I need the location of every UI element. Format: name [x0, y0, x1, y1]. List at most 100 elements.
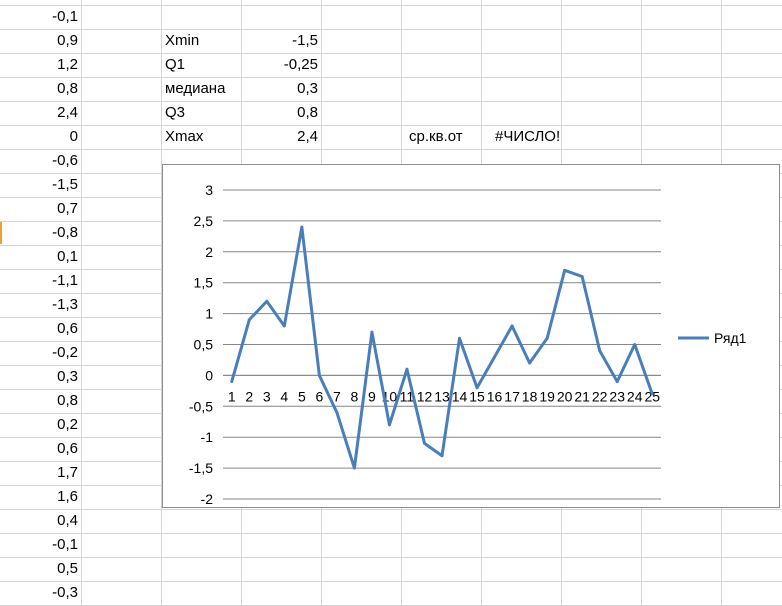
- row-gridline: [0, 533, 782, 534]
- y-tick-label: -1,5: [189, 460, 213, 476]
- row-gridline: [0, 77, 782, 78]
- cell-a-value[interactable]: 2,4: [0, 101, 78, 125]
- x-tick-label: 22: [592, 388, 608, 404]
- x-tick-label: 7: [333, 388, 341, 404]
- data-point: [510, 324, 514, 328]
- data-point: [580, 275, 584, 278]
- x-tick-label: 2: [245, 388, 253, 404]
- row-gridline: [0, 5, 782, 6]
- stat-value-cell[interactable]: -0,25: [241, 53, 318, 77]
- stdev-value-cell[interactable]: #ЧИСЛО!: [495, 125, 585, 149]
- cell-a-value[interactable]: 1,6: [0, 485, 78, 509]
- cell-a-value[interactable]: 1,7: [0, 461, 78, 485]
- stat-label-cell[interactable]: Xmin: [165, 29, 245, 53]
- cell-a-value[interactable]: -1,1: [0, 269, 78, 293]
- column-gridline: [81, 0, 82, 606]
- data-point: [388, 423, 391, 427]
- data-point: [615, 380, 619, 383]
- cell-a-value[interactable]: 0,3: [0, 365, 78, 389]
- x-tick-label: 21: [574, 388, 590, 404]
- data-point: [265, 299, 269, 303]
- y-tick-label: 1: [205, 306, 213, 322]
- cell-a-value[interactable]: -0,1: [0, 533, 78, 557]
- stat-label-cell[interactable]: медиана: [165, 77, 245, 101]
- stat-value-cell[interactable]: 0,3: [241, 77, 318, 101]
- row-gridline: [0, 101, 782, 102]
- x-tick-label: 18: [522, 388, 538, 404]
- series-line: [230, 225, 654, 470]
- row-gridline: [0, 29, 782, 30]
- y-tick-label: 0,5: [194, 337, 214, 353]
- cell-a-value[interactable]: 0,9: [0, 29, 78, 53]
- stat-value-cell[interactable]: -1,5: [241, 29, 318, 53]
- data-point: [317, 374, 321, 377]
- y-tick-label: 2: [205, 244, 213, 260]
- row-gridline: [0, 53, 782, 54]
- data-point: [528, 361, 531, 365]
- cell-a-value[interactable]: 0,6: [0, 317, 78, 341]
- y-tick-label: 3: [205, 182, 213, 198]
- x-tick-label: 17: [504, 388, 520, 404]
- data-point: [405, 367, 409, 371]
- cell-a-value[interactable]: -0,8: [0, 221, 78, 245]
- row-gridline: [0, 125, 782, 126]
- cell-a-value[interactable]: -0,6: [0, 149, 78, 173]
- x-tick-label: 15: [469, 388, 485, 404]
- stat-value-cell[interactable]: 2,4: [241, 125, 318, 149]
- data-point: [475, 386, 479, 390]
- y-tick-label: -0,5: [189, 398, 213, 414]
- cell-a-value[interactable]: -1,5: [0, 173, 78, 197]
- cell-a-value[interactable]: -0,1: [0, 5, 78, 29]
- data-point: [335, 411, 339, 414]
- cell-a-value[interactable]: -1,3: [0, 293, 78, 317]
- cell-a-value[interactable]: -0,3: [0, 581, 78, 605]
- data-point: [353, 466, 356, 470]
- x-tick-label: 5: [298, 388, 306, 404]
- cell-a-value[interactable]: 0,7: [0, 197, 78, 221]
- data-point: [282, 324, 286, 328]
- data-point: [650, 392, 654, 396]
- x-tick-label: 4: [280, 388, 288, 404]
- x-tick-label: 1: [228, 388, 236, 404]
- cell-a-value[interactable]: 0,2: [0, 413, 78, 437]
- data-point: [633, 343, 637, 346]
- y-tick-label: 1,5: [194, 275, 214, 291]
- cell-a-value[interactable]: 0,5: [0, 557, 78, 581]
- x-tick-label: 23: [609, 388, 625, 404]
- data-point: [230, 380, 234, 383]
- cell-a-value[interactable]: -0,2: [0, 341, 78, 365]
- stat-label-cell[interactable]: Xmax: [165, 125, 245, 149]
- x-tick-label: 3: [263, 388, 271, 404]
- data-point: [493, 355, 496, 359]
- row-gridline: [0, 509, 782, 510]
- cell-a-value[interactable]: 0,4: [0, 509, 78, 533]
- row-gridline: [0, 149, 782, 150]
- stdev-label-cell[interactable]: ср.кв.от: [409, 125, 489, 149]
- data-point: [563, 268, 567, 272]
- stat-label-cell[interactable]: Q1: [165, 53, 245, 77]
- x-tick-label: 19: [539, 388, 555, 404]
- stat-label-cell[interactable]: Q3: [165, 101, 245, 125]
- legend-label: Ряд1: [714, 330, 747, 346]
- cell-a-value[interactable]: 1,2: [0, 53, 78, 77]
- x-tick-label: 20: [557, 388, 573, 404]
- stat-value-cell[interactable]: 0,8: [241, 101, 318, 125]
- x-tick-label: 16: [487, 388, 503, 404]
- cell-a-value[interactable]: 0,6: [0, 437, 78, 461]
- cell-a-value[interactable]: 0,8: [0, 77, 78, 101]
- x-tick-label: 6: [315, 388, 323, 404]
- x-tick-label: 9: [368, 388, 376, 404]
- x-tick-label: 14: [452, 388, 468, 404]
- data-point: [545, 336, 549, 340]
- x-tick-label: 8: [351, 388, 359, 404]
- y-tick-label: -2: [201, 491, 214, 507]
- data-point: [247, 318, 251, 322]
- cell-a-value[interactable]: 0,8: [0, 389, 78, 413]
- cell-a-value[interactable]: 0,1: [0, 245, 78, 269]
- cell-a-value[interactable]: 0: [0, 125, 78, 149]
- data-point: [440, 454, 444, 458]
- y-tick-label: 0: [205, 367, 213, 383]
- data-point: [598, 349, 602, 353]
- row-gridline: [0, 557, 782, 558]
- line-chart[interactable]: 3 2,5 2 1,5 1 0,5 0 -0,5 -1 -1,5 -2 1 2 3 4 5 6 7 8 9 10 11 12…: [162, 164, 780, 508]
